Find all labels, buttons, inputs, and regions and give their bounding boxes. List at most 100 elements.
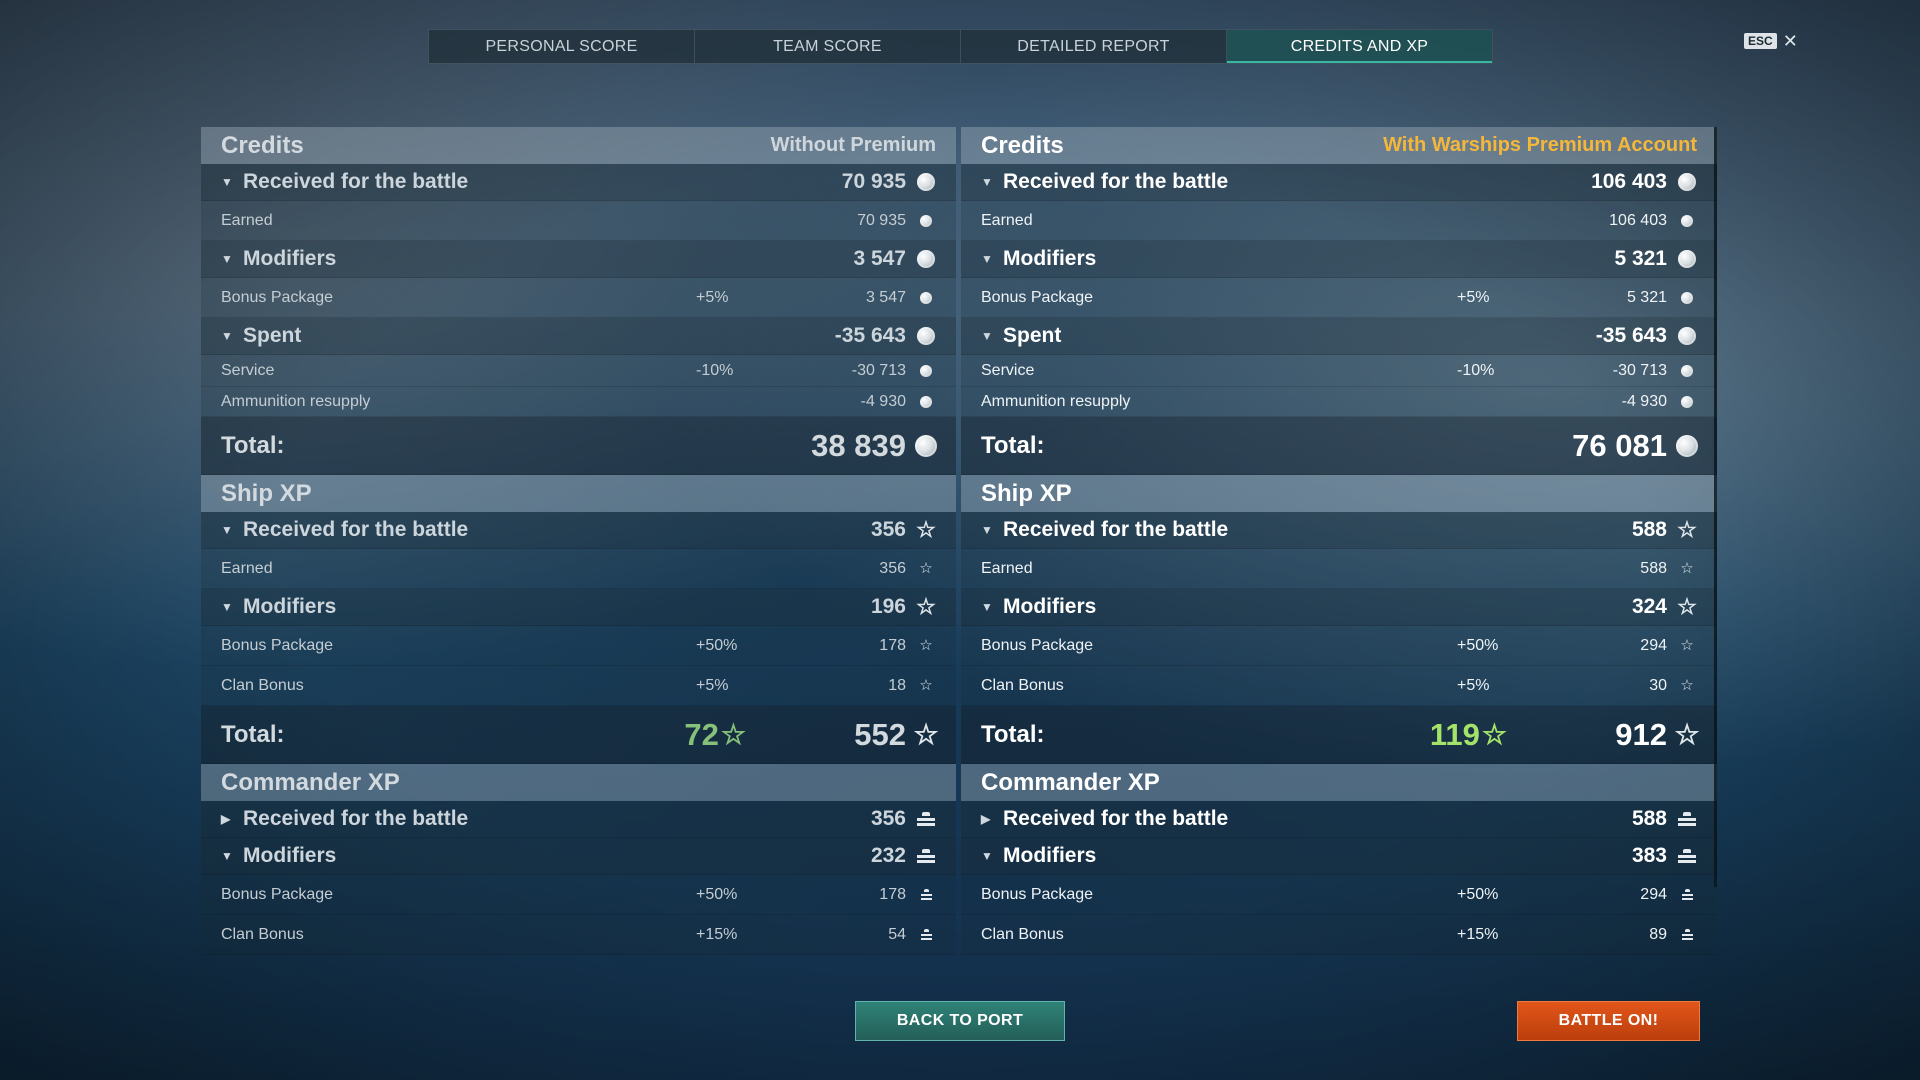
row-percent: -10% <box>696 361 734 379</box>
commander-xp-modifiers-row[interactable]: ▼ Modifiers 383 <box>961 838 1717 875</box>
row-value: 3 547 <box>865 288 906 306</box>
row-percent: +50% <box>1457 636 1499 654</box>
row-label: Earned <box>221 211 273 229</box>
row-percent: +5% <box>696 288 729 306</box>
back-to-port-button[interactable]: BACK TO PORT <box>855 1001 1065 1041</box>
esc-key-hint: ESC <box>1744 33 1777 49</box>
row-label: Received for the battle <box>1003 170 1229 193</box>
credits-service-row: Service -10% -30 713 <box>961 355 1717 387</box>
ship-xp-total-row: Total: 119 ☆ 912 ☆ <box>961 706 1717 764</box>
row-percent: +15% <box>1457 925 1499 943</box>
credit-coin-icon <box>1673 395 1701 408</box>
chevron-down-icon: ▼ <box>221 849 233 863</box>
row-value: -4 930 <box>1621 392 1667 410</box>
row-value: 588 <box>1640 559 1667 577</box>
xp-star-icon: ☆ <box>1481 718 1507 750</box>
battle-on-button[interactable]: BATTLE ON! <box>1517 1001 1700 1041</box>
free-xp-bonus: 72 ☆ <box>684 717 746 753</box>
chevron-down-icon: ▼ <box>221 600 233 614</box>
commander-xp-modifiers-row[interactable]: ▼ Modifiers 232 <box>201 838 956 875</box>
chevron-down-icon: ▼ <box>981 329 993 343</box>
row-value: 54 <box>888 925 906 943</box>
ship-xp-received-row[interactable]: ▼ Received for the battle 588 ☆ <box>961 512 1717 549</box>
result-tabs: PERSONAL SCORE TEAM SCORE DETAILED REPOR… <box>428 29 1493 64</box>
row-label: Bonus Package <box>221 636 334 654</box>
ship-xp-received-row[interactable]: ▼ Received for the battle 356 ☆ <box>201 512 956 549</box>
credit-coin-icon <box>1673 250 1701 268</box>
row-value: 294 <box>1640 636 1667 654</box>
free-xp-value: 119 <box>1429 716 1480 752</box>
panel-subtitle: Without Premium <box>770 134 936 156</box>
commander-xp-received-row[interactable]: ▶ Received for the battle 356 <box>201 801 956 838</box>
credits-bonus-package-row: Bonus Package +5% 3 547 <box>201 278 956 318</box>
tab-personal-score[interactable]: PERSONAL SCORE <box>429 30 695 63</box>
commander-xp-received-row[interactable]: ▶ Received for the battle 588 <box>961 801 1717 838</box>
credits-header: Credits Without Premium <box>201 127 956 164</box>
credit-coin-icon <box>912 291 940 304</box>
row-percent: +50% <box>696 636 738 654</box>
credits-spent-row[interactable]: ▼ Spent -35 643 <box>201 318 956 355</box>
ship-xp-modifiers-row[interactable]: ▼ Modifiers 196 ☆ <box>201 589 956 626</box>
credits-ammo-row: Ammunition resupply -4 930 <box>961 387 1717 417</box>
credits-spent-row[interactable]: ▼ Spent -35 643 <box>961 318 1717 355</box>
row-value: 356 <box>879 559 906 577</box>
commander-xp-header: Commander XP <box>961 764 1717 801</box>
row-value: 178 <box>879 885 906 903</box>
xp-star-icon: ☆ <box>919 560 933 577</box>
credits-earned-row: Earned 106 403 <box>961 201 1717 241</box>
row-percent: +50% <box>696 885 738 903</box>
credits-header: Credits With Warships Premium Account <box>961 127 1717 164</box>
commander-xp-icon <box>912 849 940 863</box>
commander-xp-icon <box>1673 889 1701 900</box>
panel-without-premium: Credits Without Premium ▼ Received for t… <box>201 127 956 957</box>
tab-credits-and-xp[interactable]: CREDITS AND XP <box>1227 30 1492 63</box>
row-value: 383 <box>1631 844 1667 867</box>
section-title: Ship XP <box>221 479 312 507</box>
section-title: Ship XP <box>981 479 1072 507</box>
row-value: 5 321 <box>1614 247 1667 270</box>
commander-xp-bonus-package-row: Bonus Package +50% 178 <box>201 875 956 915</box>
credits-earned-row: Earned 70 935 <box>201 201 956 241</box>
row-percent: +5% <box>1457 288 1490 306</box>
ship-xp-earned-row: Earned 588 ☆ <box>961 549 1717 589</box>
xp-star-icon: ☆ <box>1674 718 1700 750</box>
row-value: 3 547 <box>853 247 906 270</box>
credits-total-row: Total: 38 839 <box>201 417 956 475</box>
xp-star-icon: ☆ <box>1680 637 1694 654</box>
credits-modifiers-row[interactable]: ▼ Modifiers 3 547 <box>201 241 956 278</box>
chevron-down-icon: ▼ <box>221 252 233 266</box>
ship-xp-modifiers-row[interactable]: ▼ Modifiers 324 ☆ <box>961 589 1717 626</box>
chevron-down-icon: ▼ <box>981 175 993 189</box>
close-button[interactable]: ESC ✕ <box>1744 32 1798 50</box>
tab-detailed-report[interactable]: DETAILED REPORT <box>961 30 1227 63</box>
row-label: Clan Bonus <box>221 925 304 943</box>
tab-team-score[interactable]: TEAM SCORE <box>695 30 961 63</box>
row-label: Bonus Package <box>981 885 1094 903</box>
row-value: 76 081 <box>1572 427 1667 463</box>
credits-received-row[interactable]: ▼ Received for the battle 70 935 <box>201 164 956 201</box>
row-value: 18 <box>888 676 906 694</box>
row-label: Clan Bonus <box>221 676 304 694</box>
row-label: Modifiers <box>243 844 337 867</box>
xp-star-icon: ☆ <box>913 718 939 750</box>
row-value: -30 713 <box>1612 361 1667 379</box>
row-label: Clan Bonus <box>981 676 1064 694</box>
xp-star-icon: ☆ <box>1677 517 1697 542</box>
xp-star-icon: ☆ <box>919 637 933 654</box>
credit-coin-icon <box>912 434 940 457</box>
ship-xp-header: Ship XP <box>201 475 956 512</box>
row-percent: +50% <box>1457 885 1499 903</box>
row-label: Bonus Package <box>981 636 1094 654</box>
credit-coin-icon <box>1673 434 1701 457</box>
row-label: Modifiers <box>1003 595 1097 618</box>
row-value: -4 930 <box>860 392 906 410</box>
xp-star-icon: ☆ <box>1680 677 1694 694</box>
credit-coin-icon <box>912 327 940 345</box>
panel-with-premium: Credits With Warships Premium Account ▼ … <box>961 127 1717 957</box>
commander-xp-clan-bonus-row: Clan Bonus +15% 89 <box>961 915 1717 955</box>
row-value: 356 <box>870 518 906 541</box>
row-value: 588 <box>1631 518 1667 541</box>
credits-received-row[interactable]: ▼ Received for the battle 106 403 <box>961 164 1717 201</box>
credits-modifiers-row[interactable]: ▼ Modifiers 5 321 <box>961 241 1717 278</box>
xp-star-icon: ☆ <box>916 517 936 542</box>
